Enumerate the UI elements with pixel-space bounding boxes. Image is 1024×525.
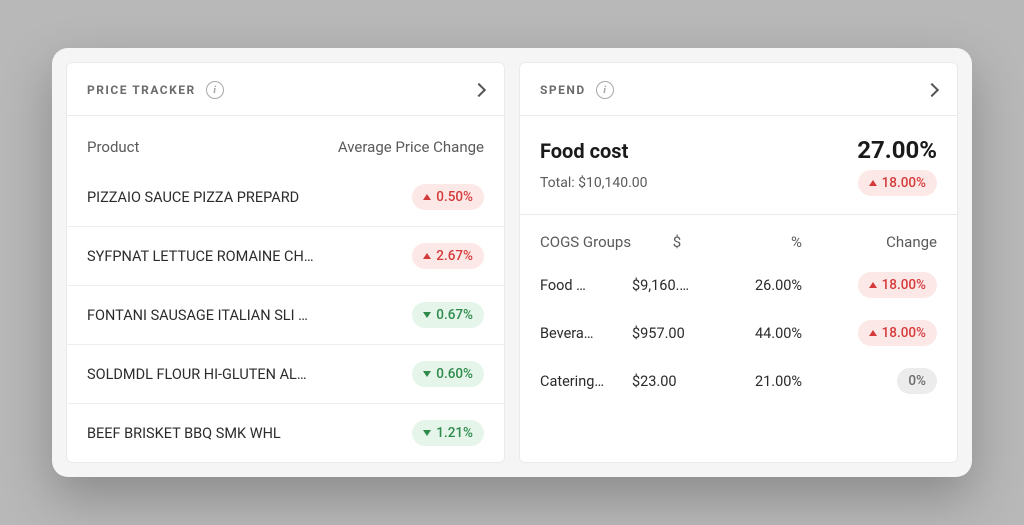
cogs-percent: 44.00% [722,325,802,342]
table-row[interactable]: Food … $9,160.… 26.00% 18.00% [520,261,957,309]
dashboard-panel: PRICE TRACKER i Product Average Price Ch… [52,48,972,477]
info-icon[interactable]: i [596,81,614,99]
change-value: 18.00% [882,325,926,341]
change-badge: 18.00% [858,170,937,196]
change-badge: 18.00% [858,272,937,298]
change-value: 1.21% [436,425,473,441]
cogs-percent: 26.00% [722,277,802,294]
spend-label: Food cost [540,139,628,163]
triangle-up-icon [869,282,877,288]
cogs-group: Catering… [540,373,632,390]
triangle-down-icon [423,312,431,318]
column-change: Average Price Change [338,138,484,156]
table-row[interactable]: BEEF BRISKET BBQ SMK WHL 1.21% [67,403,504,462]
change-badge: 2.67% [412,243,484,269]
product-name: BEEF BRISKET BBQ SMK WHL [87,425,281,442]
cogs-columns: COGS Groups $ % Change [520,215,957,261]
triangle-up-icon [869,330,877,336]
spend-summary-top: Food cost 27.00% [540,136,937,164]
change-badge: 0% [897,368,937,394]
spend-percent: 27.00% [857,136,937,164]
column-product: Product [87,138,139,156]
change-badge: 0.67% [412,302,484,328]
product-name: SOLDMDL FLOUR HI-GLUTEN AL… [87,366,307,383]
price-tracker-columns: Product Average Price Change [67,116,504,168]
product-name: PIZZAIO SAUCE PIZZA PREPARD [87,189,299,206]
change-badge: 0.60% [412,361,484,387]
triangle-down-icon [423,371,431,377]
change-value: 0.67% [436,307,473,323]
spend-summary-sub: Total: $10,140.00 18.00% [540,170,937,196]
change-value: 18.00% [882,175,926,191]
cogs-percent: 21.00% [722,373,802,390]
column-change: Change [802,233,937,251]
product-name: SYFPNAT LETTUCE ROMAINE CH… [87,248,314,265]
spend-total: Total: $10,140.00 [540,175,648,191]
table-row[interactable]: Catering… $23.00 21.00% 0% [520,357,957,405]
column-percent: % [722,233,802,251]
spend-header[interactable]: SPEND i [520,63,957,116]
chevron-right-icon[interactable] [925,83,939,97]
triangle-up-icon [423,253,431,259]
change-badge: 1.21% [412,420,484,446]
cogs-dollar: $957.00 [632,325,722,342]
table-row[interactable]: SYFPNAT LETTUCE ROMAINE CH… 2.67% [67,226,504,285]
table-row[interactable]: SOLDMDL FLOUR HI-GLUTEN AL… 0.60% [67,344,504,403]
cogs-group: Bevera… [540,325,632,342]
info-icon[interactable]: i [206,81,224,99]
change-value: 2.67% [436,248,473,264]
table-row[interactable]: Bevera… $957.00 44.00% 18.00% [520,309,957,357]
chevron-right-icon[interactable] [472,83,486,97]
cogs-group: Food … [540,277,632,294]
price-tracker-title: PRICE TRACKER [87,83,196,97]
triangle-down-icon [423,430,431,436]
spend-title: SPEND [540,83,586,97]
column-group: COGS Groups [540,233,632,251]
triangle-up-icon [423,194,431,200]
spend-summary: Food cost 27.00% Total: $10,140.00 18.00… [520,116,957,215]
table-row[interactable]: FONTANI SAUSAGE ITALIAN SLI … 0.67% [67,285,504,344]
change-value: 18.00% [882,277,926,293]
change-value: 0.50% [436,189,473,205]
spend-card: SPEND i Food cost 27.00% Total: $10,140.… [519,62,958,463]
cogs-dollar: $23.00 [632,373,722,390]
cogs-dollar: $9,160.… [632,277,722,294]
price-tracker-body: PIZZAIO SAUCE PIZZA PREPARD 0.50% SYFPNA… [67,168,504,462]
product-name: FONTANI SAUSAGE ITALIAN SLI … [87,307,308,324]
triangle-up-icon [869,180,877,186]
change-value: 0% [908,373,926,389]
change-badge: 0.50% [412,184,484,210]
column-dollar: $ [632,233,722,251]
change-value: 0.60% [436,366,473,382]
change-badge: 18.00% [858,320,937,346]
price-tracker-card: PRICE TRACKER i Product Average Price Ch… [66,62,505,463]
price-tracker-header[interactable]: PRICE TRACKER i [67,63,504,116]
table-row[interactable]: PIZZAIO SAUCE PIZZA PREPARD 0.50% [67,168,504,226]
